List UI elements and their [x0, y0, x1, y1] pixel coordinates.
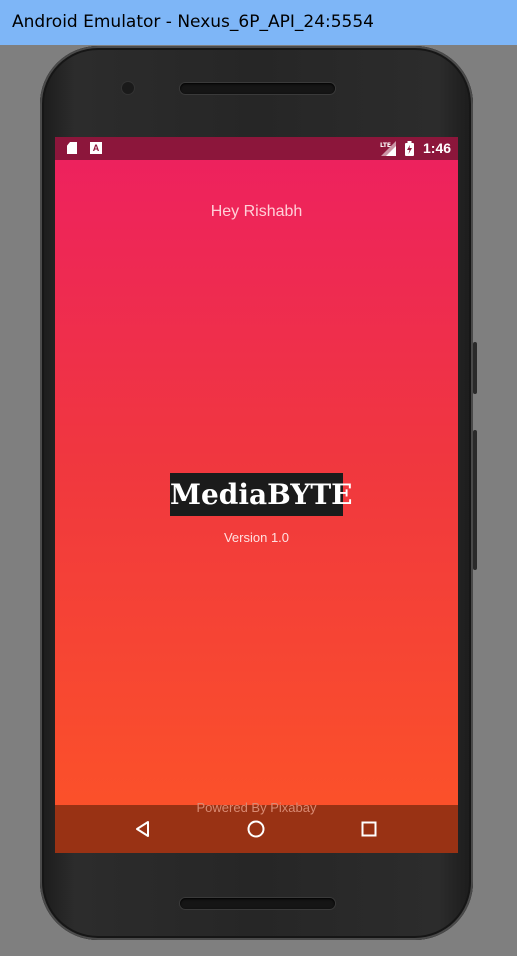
top-speaker — [180, 83, 335, 94]
greeting-text: Hey Rishabh — [210, 203, 303, 220]
window-title: Android Emulator - Nexus_6P_API_24:5554 — [0, 0, 517, 45]
recents-icon[interactable] — [359, 819, 379, 839]
lte-signal-icon: LTE — [380, 141, 396, 156]
front-camera — [122, 82, 134, 94]
sd-card-icon — [67, 142, 77, 154]
powered-by-text: Powered By Pixabay — [196, 800, 317, 815]
svg-text:LTE: LTE — [380, 142, 391, 149]
bottom-speaker — [180, 898, 335, 909]
device-screen[interactable]: A LTE 1:46 Hey Rishabh MediaBYTE Version… — [55, 137, 458, 853]
volume-rocker[interactable] — [473, 430, 477, 570]
a-notification-icon: A — [90, 142, 102, 154]
battery-charging-icon — [405, 141, 414, 156]
status-bar: A LTE 1:46 — [55, 137, 458, 160]
back-icon[interactable] — [133, 819, 153, 839]
app-logo-title: MediaBYTE — [170, 473, 353, 516]
home-icon[interactable] — [246, 819, 266, 839]
power-button[interactable] — [473, 342, 477, 394]
clock: 1:46 — [423, 140, 452, 156]
version-label: Version 1.0 — [223, 530, 290, 545]
